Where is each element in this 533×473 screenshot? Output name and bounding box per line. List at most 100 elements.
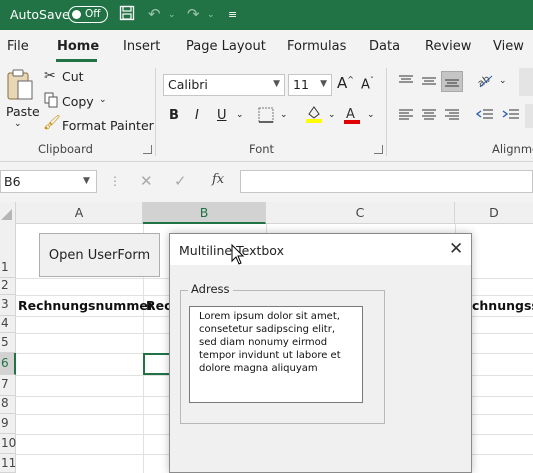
svg-text:A: A	[346, 107, 355, 122]
merge-button[interactable]	[525, 104, 533, 128]
undo-icon[interactable]: ↶	[148, 5, 161, 23]
mouse-cursor-icon	[231, 244, 245, 265]
dialog-titlebar[interactable]: Multiline Textbox ✕	[170, 234, 471, 265]
borders-icon[interactable]	[258, 107, 274, 127]
cut-icon[interactable]: ✂	[44, 68, 56, 84]
orientation-dropdown-icon[interactable]: ⌄	[499, 76, 507, 86]
increase-font-icon[interactable]: A^	[337, 74, 354, 92]
italic-icon[interactable]: I	[195, 108, 199, 123]
clipboard-group-label: Clipboard	[38, 142, 93, 156]
close-icon[interactable]: ✕	[449, 239, 463, 259]
undo-dropdown-icon[interactable]: ⌄	[168, 10, 176, 20]
row-header-2[interactable]: 2	[0, 278, 16, 295]
align-bottom-button[interactable]	[441, 71, 463, 92]
tab-page-layout[interactable]: Page Layout	[186, 39, 266, 54]
title-bar: AutoSave Off ↶ ⌄ ↷ ⌄ ≡	[0, 0, 533, 30]
align-right-icon[interactable]	[444, 108, 460, 126]
fill-color-icon[interactable]	[305, 104, 323, 128]
font-color-dropdown-icon[interactable]: ⌄	[367, 110, 375, 120]
align-top-icon[interactable]	[398, 74, 414, 92]
row-header-8[interactable]: 8	[0, 396, 16, 414]
wrap-text-button[interactable]	[519, 68, 533, 96]
paste-label[interactable]: Paste	[6, 104, 40, 119]
bold-icon[interactable]: B	[169, 108, 179, 123]
group-separator	[386, 68, 387, 156]
decrease-indent-icon[interactable]	[475, 108, 494, 126]
selected-cell-b6[interactable]	[143, 353, 171, 375]
clipboard-launcher-icon[interactable]	[143, 145, 152, 154]
cut-label[interactable]: Cut	[62, 69, 84, 84]
ribbon: Paste ⌄ ✂ Cut Copy ⌄ 🖌 Format Painter Cl…	[0, 62, 533, 162]
increase-indent-icon[interactable]	[502, 108, 520, 126]
select-all-button[interactable]	[0, 202, 16, 224]
align-left-icon[interactable]	[398, 108, 414, 126]
orientation-icon[interactable]: ab	[476, 71, 494, 93]
frame-caption: Adress	[188, 282, 233, 296]
autosave-label: AutoSave	[10, 7, 70, 22]
font-launcher-icon[interactable]	[374, 145, 383, 154]
redo-icon[interactable]: ↷	[187, 5, 200, 23]
font-color-icon[interactable]: A	[343, 105, 361, 129]
chevron-down-icon: ▼	[320, 79, 327, 89]
userform-dialog: Multiline Textbox ✕ Adress Lorem ipsum d…	[169, 233, 472, 473]
underline-dropdown-icon[interactable]: ⌄	[236, 110, 244, 120]
column-header-d[interactable]: D	[455, 202, 533, 224]
format-painter-label[interactable]: Format Painter	[62, 118, 154, 133]
font-size-value: 11	[293, 77, 309, 92]
column-header-c[interactable]: C	[266, 202, 455, 224]
paste-dropdown-icon[interactable]: ⌄	[14, 119, 22, 129]
align-center-icon[interactable]	[421, 108, 437, 126]
tab-insert[interactable]: Insert	[123, 39, 160, 54]
autosave-state: Off	[85, 8, 101, 20]
customize-toolbar-icon[interactable]: ≡	[228, 8, 237, 21]
save-icon[interactable]	[119, 5, 135, 25]
tab-data[interactable]: Data	[369, 39, 400, 54]
decrease-font-icon[interactable]: Aˇ	[361, 76, 374, 92]
tab-formulas[interactable]: Formulas	[287, 39, 346, 54]
cell-d3[interactable]: chnungssp	[472, 298, 533, 313]
font-name-select[interactable]: Calibri ▼	[163, 74, 285, 96]
column-header-a[interactable]: A	[16, 202, 143, 224]
tab-review[interactable]: Review	[425, 39, 471, 54]
name-box-value: B6	[4, 174, 21, 189]
open-userform-button[interactable]: Open UserForm	[39, 233, 160, 277]
row-header-7[interactable]: 7	[0, 375, 16, 396]
font-size-select[interactable]: 11 ▼	[288, 74, 332, 96]
copy-label[interactable]: Copy	[62, 94, 94, 109]
multiline-textbox[interactable]: Lorem ipsum dolor sit amet, consetetur s…	[189, 306, 363, 403]
column-header-b[interactable]: B	[143, 202, 266, 224]
chevron-down-icon[interactable]: ▼	[83, 176, 90, 186]
cancel-icon[interactable]: ✕	[140, 172, 153, 190]
borders-dropdown-icon[interactable]: ⌄	[280, 110, 288, 120]
row-header-3[interactable]: 3	[0, 295, 16, 316]
group-separator	[155, 68, 156, 156]
row-header-10[interactable]: 10	[0, 434, 16, 454]
autosave-toggle[interactable]: Off	[68, 6, 108, 23]
paste-icon[interactable]	[6, 68, 34, 106]
formula-bar-grip-icon[interactable]: ⋮	[109, 174, 121, 188]
redo-dropdown-icon[interactable]: ⌄	[207, 10, 215, 20]
tab-file[interactable]: File	[7, 39, 29, 54]
fill-color-dropdown-icon[interactable]: ⌄	[328, 110, 336, 120]
row-header-4[interactable]: 4	[0, 316, 16, 333]
insert-function-icon[interactable]: fx	[212, 172, 224, 187]
formula-input[interactable]	[240, 170, 533, 193]
alignment-group-label: Alignme	[492, 142, 533, 156]
align-bottom-icon	[444, 74, 460, 92]
enter-icon[interactable]: ✓	[174, 172, 187, 190]
align-middle-icon[interactable]	[421, 74, 437, 92]
row-header-6[interactable]: 6	[0, 353, 16, 375]
format-painter-icon[interactable]: 🖌	[43, 115, 61, 131]
tab-view[interactable]: View	[493, 39, 524, 54]
row-header-9[interactable]: 9	[0, 414, 16, 434]
row-header-1[interactable]: 1	[0, 224, 16, 278]
underline-icon[interactable]: U	[217, 108, 227, 123]
row-header-11[interactable]: 11	[0, 454, 16, 473]
font-group-label: Font	[249, 142, 275, 156]
copy-dropdown-icon[interactable]: ⌄	[99, 95, 107, 105]
tab-home[interactable]: Home	[57, 39, 99, 54]
cell-a3[interactable]: Rechnungsnummer	[18, 298, 154, 313]
copy-icon[interactable]	[44, 92, 58, 112]
toggle-knob	[72, 10, 81, 19]
row-header-5[interactable]: 5	[0, 333, 16, 353]
